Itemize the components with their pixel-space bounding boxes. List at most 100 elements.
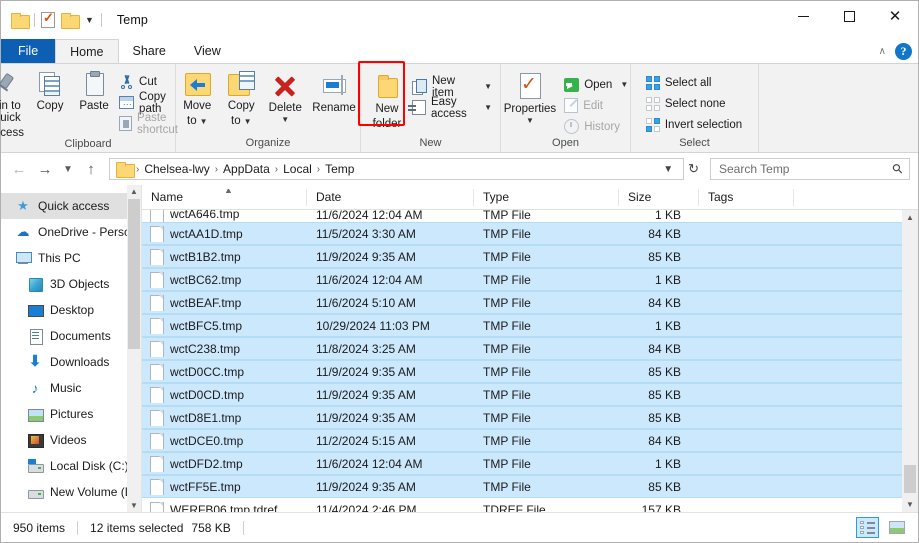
breadcrumb-item-local[interactable]: Local xyxy=(279,162,316,176)
forward-button[interactable]: → xyxy=(33,157,57,181)
table-row[interactable]: wctAA1D.tmp 11/5/2024 3:30 AM TMP File 8… xyxy=(142,222,918,245)
table-row[interactable]: wctB1B2.tmp 11/9/2024 9:35 AM TMP File 8… xyxy=(142,245,918,268)
refresh-icon[interactable]: ↻ xyxy=(686,161,706,177)
sidebar-scroll-thumb[interactable] xyxy=(128,199,140,349)
ribbon-group-new: New folder New item ▼ Easy access ▼ New xyxy=(361,64,501,152)
file-list-scrollbar[interactable]: ▲ ▼ xyxy=(902,210,918,512)
column-header-date[interactable]: Date xyxy=(307,188,474,206)
sidebar-item-quick-access[interactable]: ★ Quick access xyxy=(1,193,141,219)
recent-locations-button[interactable]: ▼ xyxy=(59,157,77,181)
rename-button[interactable]: Rename xyxy=(307,68,360,114)
table-row[interactable]: wctD8E1.tmp 11/9/2024 9:35 AM TMP File 8… xyxy=(142,406,918,429)
maximize-button[interactable] xyxy=(826,1,872,31)
breadcrumb[interactable]: › Chelsea-lwy › AppData › Local › Temp ▼ xyxy=(109,158,685,180)
edit-button[interactable]: Edit xyxy=(561,95,632,116)
file-size: 157 KB xyxy=(641,502,681,513)
sidebar-item-downloads[interactable]: ⬇ Downloads xyxy=(1,349,141,375)
properties-icon[interactable] xyxy=(41,10,55,28)
properties-button[interactable]: Properties ▼ xyxy=(499,68,561,125)
collapse-ribbon-icon[interactable]: ∧ xyxy=(879,46,886,57)
copy-button[interactable]: Copy xyxy=(28,68,72,112)
table-row[interactable]: wctA646.tmp 11/6/2024 12:04 AM TMP File … xyxy=(142,210,918,222)
chevron-down-icon[interactable]: ▼ xyxy=(84,15,95,25)
file-name: WERFB06.tmp.tdref xyxy=(170,502,278,513)
scroll-up-icon[interactable]: ▲ xyxy=(130,187,138,196)
tab-file[interactable]: File xyxy=(1,39,56,63)
table-row[interactable]: wctBEAF.tmp 11/6/2024 5:10 AM TMP File 8… xyxy=(142,291,918,314)
file-list-scroll-thumb[interactable] xyxy=(904,465,916,493)
sidebar-item-3d-objects[interactable]: 3D Objects xyxy=(1,271,141,297)
paste-label: Paste xyxy=(79,100,109,112)
table-row[interactable]: wctDFD2.tmp 11/6/2024 12:04 AM TMP File … xyxy=(142,452,918,475)
ribbon-options: ∧ ? xyxy=(879,39,912,63)
select-all-button[interactable]: Select all xyxy=(643,72,746,93)
pin-to-quick-access-button[interactable]: Pin to Quick access xyxy=(0,68,28,139)
new-folder-icon[interactable] xyxy=(61,13,80,29)
thumbnails-view-icon xyxy=(888,521,905,534)
details-view-button[interactable] xyxy=(856,517,879,538)
breadcrumb-item-user[interactable]: Chelsea-lwy xyxy=(140,162,213,176)
chevron-down-icon[interactable]: ▼ xyxy=(526,116,534,125)
easy-access-button[interactable]: Easy access ▼ xyxy=(408,96,496,120)
history-button[interactable]: History xyxy=(561,116,632,137)
table-row[interactable]: wctFF5E.tmp 11/9/2024 9:35 AM TMP File 8… xyxy=(142,475,918,498)
chevron-down-icon[interactable]: ▼ xyxy=(244,117,252,126)
table-row[interactable]: wctC238.tmp 11/8/2024 3:25 AM TMP File 8… xyxy=(142,337,918,360)
table-row[interactable]: wctD0CD.tmp 11/9/2024 9:35 AM TMP File 8… xyxy=(142,383,918,406)
paste-button[interactable]: Paste xyxy=(72,68,116,112)
scroll-up-icon[interactable]: ▲ xyxy=(906,213,914,222)
breadcrumb-item-temp[interactable]: Temp xyxy=(321,162,358,176)
new-item-button[interactable]: New item ▼ xyxy=(409,75,496,99)
tab-share[interactable]: Share xyxy=(119,39,180,63)
table-row[interactable]: wctBFC5.tmp 10/29/2024 11:03 PM TMP File… xyxy=(142,314,918,337)
sidebar-item-vm-e[interactable]: VM (E:) xyxy=(1,505,141,512)
sidebar-item-pictures[interactable]: Pictures xyxy=(1,401,141,427)
address-dropdown-icon[interactable]: ▼ xyxy=(657,164,679,175)
chevron-down-icon[interactable]: ▼ xyxy=(484,103,492,112)
back-button[interactable]: ← xyxy=(7,157,31,181)
column-header-type[interactable]: Type xyxy=(474,188,619,206)
column-header-tags[interactable]: Tags xyxy=(699,188,794,206)
table-row[interactable]: WERFB06.tmp.tdref 11/4/2024 2:46 PM TDRE… xyxy=(142,498,918,512)
tab-home[interactable]: Home xyxy=(55,39,119,63)
column-header-size[interactable]: Size xyxy=(619,188,699,206)
chevron-down-icon[interactable]: ▼ xyxy=(281,115,289,124)
sidebar-item-local-disk-c[interactable]: Local Disk (C:) xyxy=(1,453,141,479)
folder-icon[interactable] xyxy=(11,13,30,29)
minimize-button[interactable] xyxy=(780,1,826,31)
chevron-down-icon[interactable]: ▼ xyxy=(200,117,208,126)
new-folder-button[interactable]: New folder xyxy=(365,68,409,130)
table-row[interactable]: wctDCE0.tmp 11/2/2024 5:15 AM TMP File 8… xyxy=(142,429,918,452)
delete-button[interactable]: Delete ▼ xyxy=(263,68,307,124)
sidebar-item-desktop[interactable]: Desktop xyxy=(1,297,141,323)
sidebar-item-onedrive[interactable]: ☁ OneDrive - Persc xyxy=(1,219,141,245)
sidebar-item-videos[interactable]: Videos xyxy=(1,427,141,453)
copy-to-button[interactable]: Copy to ▼ xyxy=(219,68,263,128)
scroll-down-icon[interactable]: ▼ xyxy=(130,501,138,510)
sidebar-scrollbar[interactable]: ▲ ▼ xyxy=(127,185,141,512)
close-button[interactable]: ✕ xyxy=(872,1,918,31)
file-size: 84 KB xyxy=(648,226,681,241)
search-box[interactable]: ⚲ xyxy=(710,158,910,180)
thumbnails-view-button[interactable] xyxy=(885,517,908,538)
sidebar-item-this-pc[interactable]: This PC xyxy=(1,245,141,271)
table-row[interactable]: wctD0CC.tmp 11/9/2024 9:35 AM TMP File 8… xyxy=(142,360,918,383)
sidebar-item-music[interactable]: ♪ Music xyxy=(1,375,141,401)
breadcrumb-item-appdata[interactable]: AppData xyxy=(219,162,274,176)
chevron-down-icon[interactable]: ▼ xyxy=(620,80,628,89)
up-button[interactable]: ↑ xyxy=(79,157,103,181)
open-button[interactable]: Open ▼ xyxy=(561,74,632,95)
invert-selection-button[interactable]: Invert selection xyxy=(643,114,746,135)
file-list-pane: ▲ Name Date Type Size Tags wctA646.tmp 1… xyxy=(141,185,918,512)
select-none-button[interactable]: Select none xyxy=(643,93,746,114)
sidebar-item-new-volume-d[interactable]: New Volume (D xyxy=(1,479,141,505)
tab-view[interactable]: View xyxy=(180,39,235,63)
table-row[interactable]: wctBC62.tmp 11/6/2024 12:04 AM TMP File … xyxy=(142,268,918,291)
scroll-down-icon[interactable]: ▼ xyxy=(906,500,914,509)
search-input[interactable] xyxy=(717,161,894,177)
chevron-down-icon[interactable]: ▼ xyxy=(484,82,492,91)
move-to-button[interactable]: Move to ▼ xyxy=(175,68,219,128)
help-button[interactable]: ? xyxy=(895,42,912,60)
column-header-name[interactable]: ▲ Name xyxy=(142,188,307,206)
sidebar-item-documents[interactable]: Documents xyxy=(1,323,141,349)
